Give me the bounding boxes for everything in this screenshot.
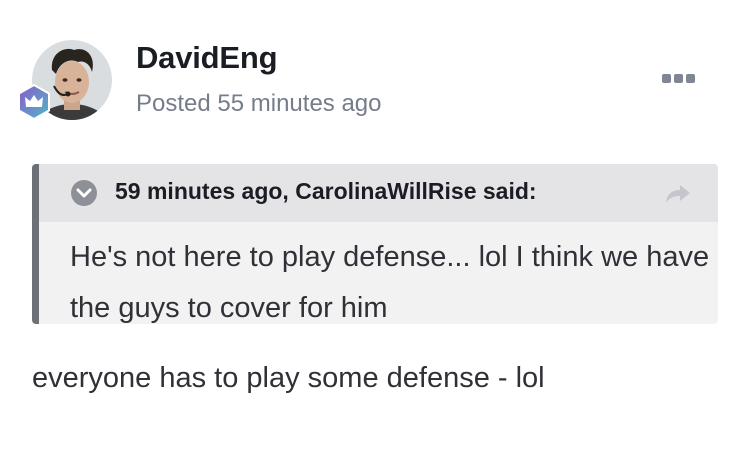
quote-text: He's not here to play defense... lol I t… — [70, 241, 710, 324]
more-options-icon[interactable] — [658, 68, 698, 88]
dot-icon — [673, 73, 683, 83]
author-name[interactable]: DavidEng — [136, 40, 278, 76]
share-arrow-icon[interactable] — [664, 182, 692, 206]
quote-citation: 59 minutes ago, CarolinaWillRise said: — [115, 178, 537, 204]
quote-header: 59 minutes ago, CarolinaWillRise said: — [39, 164, 718, 222]
post-content: everyone has to play some defense - lol — [32, 362, 545, 394]
post-timestamp: Posted 55 minutes ago — [136, 90, 382, 117]
crown-icon — [18, 84, 50, 120]
quote-block: 59 minutes ago, CarolinaWillRise said: H… — [32, 164, 718, 324]
author-avatar-container[interactable] — [18, 40, 112, 120]
forum-post: DavidEng Posted 55 minutes ago 59 minute… — [0, 0, 750, 453]
dot-icon — [661, 73, 671, 83]
dot-icon — [685, 73, 695, 83]
chevron-down-icon[interactable] — [70, 179, 98, 207]
